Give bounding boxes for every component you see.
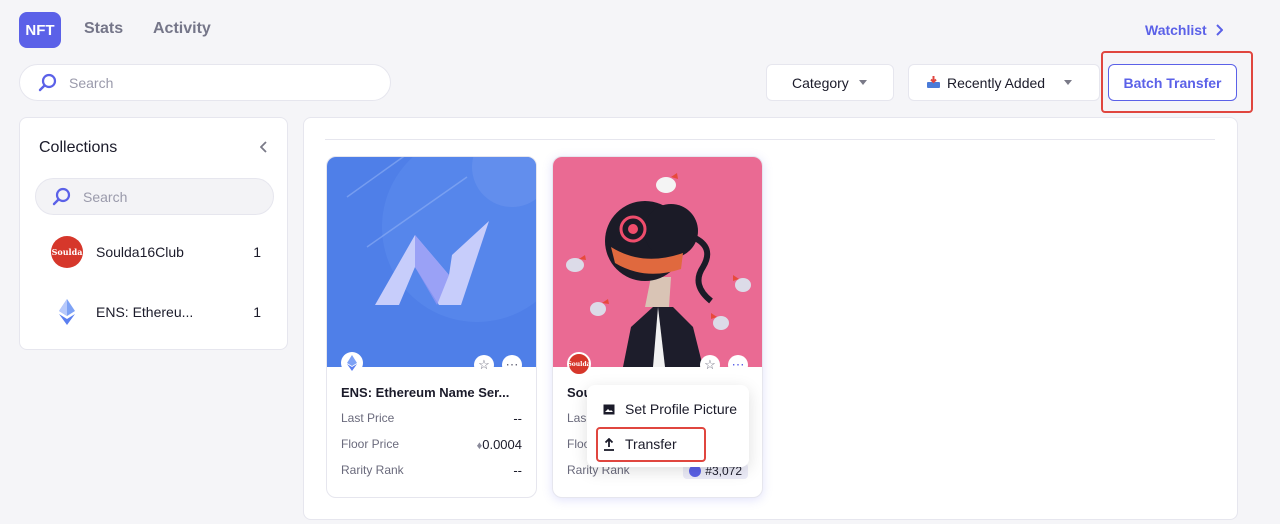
last-price-row: Last Price -- (341, 411, 522, 426)
chevron-right-icon (1216, 24, 1223, 36)
tab-stats[interactable]: Stats (84, 20, 123, 38)
row-value: -- (513, 411, 522, 426)
watchlist-link[interactable]: Watchlist (1145, 22, 1223, 38)
caret-down-icon (1064, 80, 1073, 85)
soulda-badge-icon: Soulda (567, 352, 591, 376)
rarity-rank-row: Rarity Rank -- (341, 463, 522, 478)
caret-down-icon (858, 80, 867, 85)
ens-logo (59, 299, 75, 325)
row-label: Las (567, 411, 587, 425)
soulda-nft-image (553, 157, 762, 367)
transfer-highlight (596, 427, 706, 462)
sort-label: Recently Added (947, 74, 1046, 91)
divider (325, 139, 1215, 140)
soulda-logo: Soulda (51, 236, 83, 268)
nft-card-ens[interactable]: ☆ ⋯ ENS: Ethereum Name Ser... Last Price… (326, 156, 537, 498)
search-input[interactable] (69, 74, 329, 91)
tab-nft[interactable]: NFT (19, 12, 61, 48)
sidebar-item-label: Soulda16Club (96, 244, 184, 260)
row-label: Rarity Rank (341, 463, 404, 477)
watchlist-label: Watchlist (1145, 22, 1207, 38)
sidebar-item-count: 1 (253, 244, 261, 260)
image-icon (603, 404, 615, 414)
collections-search-box[interactable] (35, 178, 274, 215)
batch-transfer-button[interactable]: Batch Transfer (1108, 64, 1237, 101)
sort-icon (927, 76, 940, 88)
star-icon[interactable]: ☆ (474, 355, 494, 375)
collections-sidebar: Collections Soulda Soulda16Club 1 ENS: E… (19, 117, 288, 350)
sidebar-item-soulda16club[interactable]: Soulda Soulda16Club 1 (51, 236, 261, 268)
chevron-left-icon (259, 141, 267, 153)
category-label: Category (792, 74, 849, 91)
collections-title: Collections (39, 139, 118, 156)
tab-activity[interactable]: Activity (153, 20, 211, 38)
search-box[interactable] (19, 64, 391, 101)
row-value: -- (513, 463, 522, 478)
sidebar-item-label: ENS: Ethereu... (96, 304, 194, 320)
more-options-icon[interactable]: ⋯ (502, 355, 522, 375)
sort-dropdown[interactable]: Recently Added (908, 64, 1100, 101)
search-icon (38, 73, 57, 91)
more-options-icon[interactable]: ⋯ (728, 355, 748, 375)
nft-grid-panel: ☆ ⋯ ENS: Ethereum Name Ser... Last Price… (303, 117, 1238, 520)
ens-badge-icon (341, 352, 363, 374)
row-value: 0.0004 (482, 437, 522, 452)
floor-price-row: Floor Price ♦0.0004 (341, 437, 522, 452)
menu-item-label: Set Profile Picture (625, 401, 738, 417)
ens-nft-image (327, 157, 536, 367)
menu-item-set-profile-picture[interactable]: Set Profile Picture (603, 401, 737, 417)
row-label: Floor Price (341, 437, 400, 451)
floor-price-value: ♦0.0004 (477, 437, 522, 452)
nft-card-title: ENS: Ethereum Name Ser... (341, 385, 510, 400)
collections-search-input[interactable] (83, 188, 233, 205)
collapse-sidebar-button[interactable] (259, 140, 268, 158)
star-icon[interactable]: ☆ (700, 355, 720, 375)
sidebar-item-count: 1 (253, 304, 261, 320)
row-label: Last Price (341, 411, 395, 425)
category-dropdown[interactable]: Category (766, 64, 894, 101)
search-icon (52, 187, 71, 205)
sidebar-item-ens[interactable]: ENS: Ethereu... 1 (51, 296, 261, 328)
